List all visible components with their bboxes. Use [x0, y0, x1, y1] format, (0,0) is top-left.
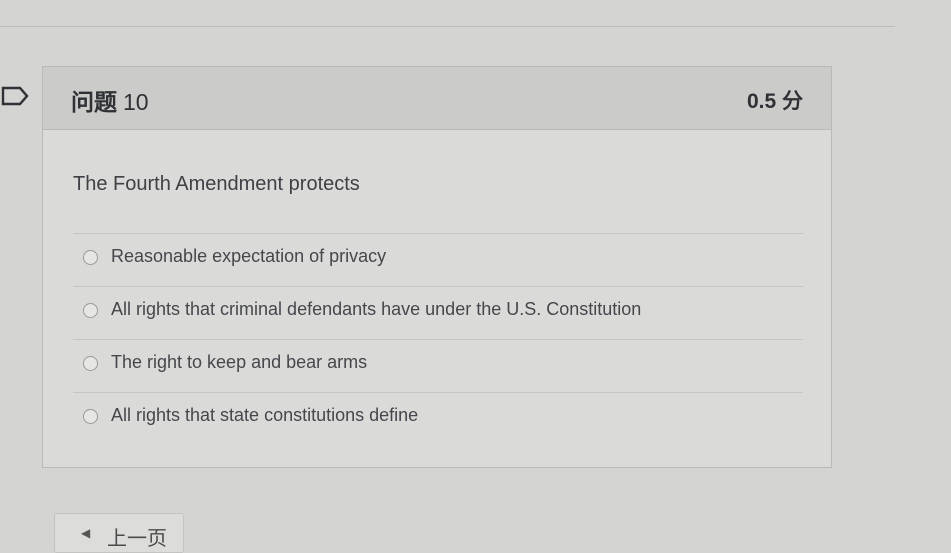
- radio-button[interactable]: [83, 409, 98, 424]
- answer-option[interactable]: The right to keep and bear arms: [73, 339, 803, 392]
- radio-button[interactable]: [83, 250, 98, 265]
- answer-option[interactable]: All rights that criminal defendants have…: [73, 286, 803, 339]
- previous-page-button[interactable]: ◀ 上一页: [54, 513, 184, 553]
- question-header: 问题 10 0.5 分: [43, 67, 831, 130]
- answer-label[interactable]: All rights that state constitutions defi…: [111, 405, 418, 426]
- triangle-left-icon: ◀: [81, 526, 91, 540]
- question-number: 10: [123, 89, 149, 115]
- answer-option[interactable]: All rights that state constitutions defi…: [73, 392, 803, 445]
- previous-page-label: 上一页: [107, 528, 167, 550]
- question-body: The Fourth Amendment protects Reasonable…: [43, 129, 831, 467]
- answer-label[interactable]: The right to keep and bear arms: [111, 352, 367, 373]
- answer-list: Reasonable expectation of privacy All ri…: [73, 233, 803, 445]
- top-divider: [0, 26, 895, 27]
- question-title: 问题 10: [71, 83, 149, 117]
- answer-option[interactable]: Reasonable expectation of privacy: [73, 233, 803, 286]
- flag-question-icon[interactable]: [0, 84, 30, 108]
- answer-label[interactable]: All rights that criminal defendants have…: [111, 299, 641, 320]
- question-points: 0.5 分: [746, 90, 803, 113]
- question-text: The Fourth Amendment protects: [73, 173, 360, 195]
- radio-button[interactable]: [83, 303, 98, 318]
- radio-button[interactable]: [83, 356, 98, 371]
- answer-label[interactable]: Reasonable expectation of privacy: [111, 246, 386, 267]
- question-card: 问题 10 0.5 分 The Fourth Amendment protects…: [42, 66, 832, 468]
- question-title-label: 问题: [71, 89, 117, 115]
